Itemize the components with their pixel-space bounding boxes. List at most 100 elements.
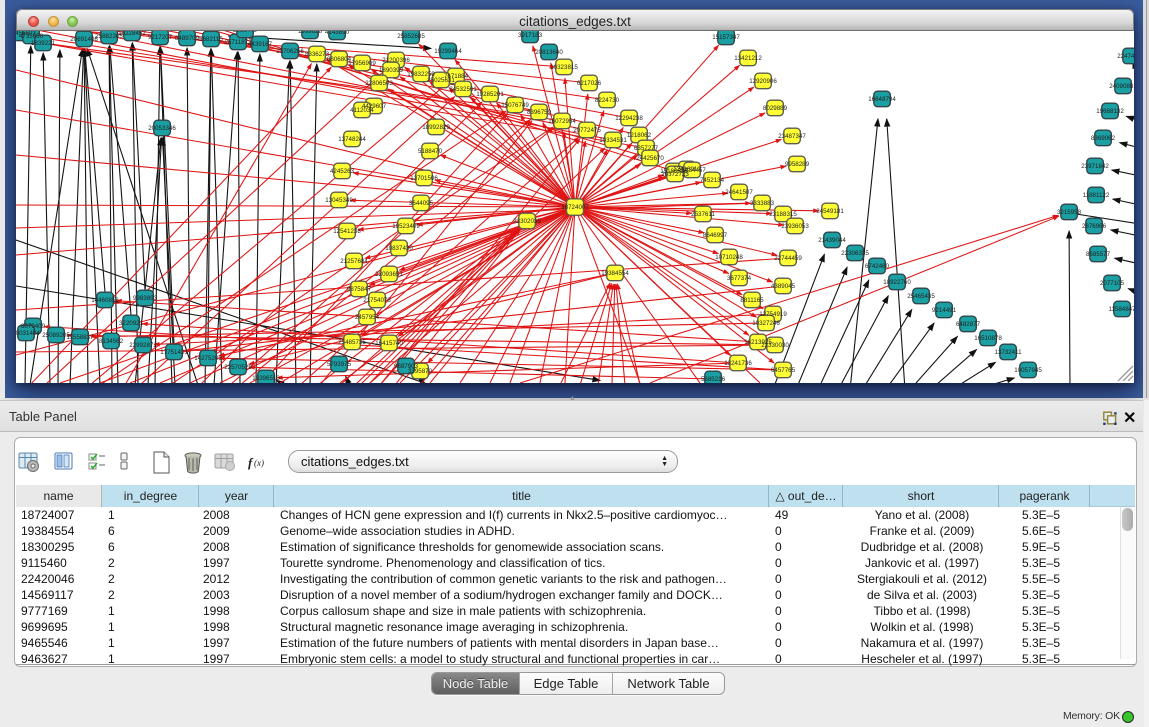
svg-text:4112034: 4112034 <box>350 107 374 114</box>
svg-text:5682115: 5682115 <box>199 36 223 43</box>
svg-text:20813640: 20813640 <box>535 49 563 56</box>
svg-text:16415740: 16415740 <box>375 340 403 347</box>
svg-text:10837430: 10837430 <box>385 245 413 252</box>
svg-text:23971842: 23971842 <box>1081 163 1109 170</box>
svg-text:8369062: 8369062 <box>1091 135 1116 142</box>
svg-text:22093651: 22093651 <box>375 271 403 278</box>
svg-text:3917183: 3917183 <box>518 32 543 39</box>
svg-text:12541238: 12541238 <box>333 228 361 235</box>
svg-text:8336273: 8336273 <box>305 51 330 58</box>
svg-text:9217207: 9217207 <box>148 34 173 41</box>
svg-text:13732411: 13732411 <box>994 349 1022 356</box>
svg-text:5685216: 5685216 <box>701 376 726 383</box>
svg-text:1890399: 1890399 <box>379 67 404 74</box>
svg-text:10334531: 10334531 <box>599 137 627 144</box>
svg-text:13241736: 13241736 <box>724 360 752 367</box>
svg-text:21257684: 21257684 <box>340 258 368 265</box>
svg-text:13748244: 13748244 <box>338 136 366 143</box>
svg-text:22806503: 22806503 <box>365 80 393 87</box>
svg-text:8685577: 8685577 <box>1086 251 1111 258</box>
svg-text:6742460: 6742460 <box>865 263 890 270</box>
svg-text:20031404: 20031404 <box>16 330 40 337</box>
svg-text:17751421: 17751421 <box>160 349 188 356</box>
svg-text:2457954: 2457954 <box>355 314 380 321</box>
svg-text:18922760: 18922760 <box>883 279 911 286</box>
svg-text:8811165: 8811165 <box>740 297 764 304</box>
svg-text:18724007: 18724007 <box>561 204 589 211</box>
svg-text:13754919: 13754919 <box>759 311 787 318</box>
svg-text:8489709: 8489709 <box>175 35 200 42</box>
svg-text:7452134: 7452134 <box>700 177 725 184</box>
svg-text:3677374: 3677374 <box>727 275 752 282</box>
svg-text:11558837: 11558837 <box>66 334 94 341</box>
svg-text:16072954: 16072954 <box>548 118 576 125</box>
svg-text:24425670: 24425670 <box>636 155 664 162</box>
svg-text:13701506: 13701506 <box>410 175 438 182</box>
svg-text:1999828: 1999828 <box>298 31 323 35</box>
svg-text:4245263: 4245263 <box>330 168 355 175</box>
svg-text:9214491: 9214491 <box>932 307 957 314</box>
svg-text:21754078: 21754078 <box>363 297 391 304</box>
svg-text:6217026: 6217026 <box>577 80 602 87</box>
svg-text:12294238: 12294238 <box>615 115 643 122</box>
svg-text:23936053: 23936053 <box>781 223 809 230</box>
svg-text:19384554: 19384554 <box>601 270 629 277</box>
svg-text:16510878: 16510878 <box>974 335 1002 342</box>
svg-text:22744459: 22744459 <box>774 255 802 262</box>
svg-text:6457765: 6457765 <box>771 367 796 374</box>
svg-text:1839221: 1839221 <box>31 40 56 47</box>
svg-text:11584847: 11584847 <box>1108 306 1134 313</box>
svg-text:8224730: 8224730 <box>595 97 620 104</box>
svg-text:6357277: 6357277 <box>634 145 659 152</box>
svg-text:8029889: 8029889 <box>763 105 788 112</box>
svg-text:23706266: 23706266 <box>276 48 304 55</box>
svg-text:24090883: 24090883 <box>1109 83 1134 90</box>
svg-text:17956909: 17956909 <box>348 60 376 67</box>
svg-text:10710248: 10710248 <box>715 254 743 261</box>
svg-text:15076749: 15076749 <box>501 102 529 109</box>
svg-text:6482877: 6482877 <box>956 321 981 328</box>
svg-text:25852685: 25852685 <box>397 33 425 40</box>
svg-text:11881122: 11881122 <box>1083 192 1110 199</box>
svg-text:21439044: 21439044 <box>818 237 846 244</box>
svg-text:13421212: 13421212 <box>734 55 762 62</box>
svg-text:12920906: 12920906 <box>749 78 777 85</box>
svg-text:4389045: 4389045 <box>771 283 796 290</box>
svg-text:20372723: 20372723 <box>661 171 689 178</box>
svg-text:9958289: 9958289 <box>785 161 810 168</box>
svg-text:19688132: 19688132 <box>1096 108 1124 115</box>
svg-text:9875847: 9875847 <box>347 286 372 293</box>
svg-text:25485735: 25485735 <box>338 339 366 346</box>
svg-text:2876966: 2876966 <box>1082 223 1107 230</box>
svg-text:2537611: 2537611 <box>691 211 715 218</box>
svg-text:21200396: 21200396 <box>382 57 410 64</box>
svg-text:(x): (x) <box>254 458 264 468</box>
svg-text:10327246: 10327246 <box>752 320 780 327</box>
svg-text:23487347: 23487347 <box>778 133 806 140</box>
svg-text:19285201: 19285201 <box>476 91 504 98</box>
svg-text:22992872: 22992872 <box>129 342 157 349</box>
svg-text:10323815: 10323815 <box>550 64 578 71</box>
svg-text:24532561: 24532561 <box>449 86 477 93</box>
svg-text:5793975: 5793975 <box>327 361 352 368</box>
svg-text:1218062: 1218062 <box>627 132 652 139</box>
svg-text:18992829: 18992829 <box>422 124 450 131</box>
svg-text:19299464: 19299464 <box>434 48 462 55</box>
svg-text:22474828: 22474828 <box>1117 53 1134 60</box>
svg-text:25465435: 25465435 <box>907 293 935 300</box>
svg-text:8646997: 8646997 <box>703 232 728 239</box>
svg-text:13045349: 13045349 <box>325 197 353 204</box>
svg-text:16648794: 16648794 <box>868 96 896 103</box>
svg-text:8079409: 8079409 <box>21 323 46 330</box>
svg-text:9983893: 9983893 <box>133 295 158 302</box>
svg-text:20053346: 20053346 <box>148 125 176 132</box>
svg-text:4735650: 4735650 <box>19 33 44 40</box>
svg-text:3215958: 3215958 <box>1057 209 1082 216</box>
svg-text:20772475: 20772475 <box>573 127 601 134</box>
svg-text:3220921: 3220921 <box>119 320 144 327</box>
svg-text:4143890: 4143890 <box>325 31 350 36</box>
svg-text:14460856: 14460856 <box>91 297 119 304</box>
svg-text:20691406: 20691406 <box>70 36 98 43</box>
svg-text:4439167: 4439167 <box>248 41 273 48</box>
svg-text:14275203: 14275203 <box>194 355 222 362</box>
